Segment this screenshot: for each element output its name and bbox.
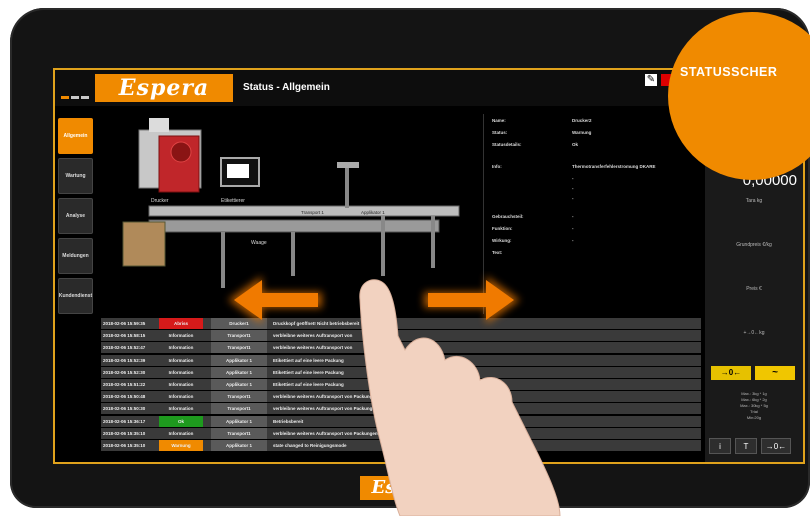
arrow-left-icon bbox=[228, 276, 322, 324]
hand-icon bbox=[359, 279, 561, 516]
arrow-right-icon bbox=[424, 276, 520, 324]
gesture-overlay bbox=[228, 276, 561, 516]
